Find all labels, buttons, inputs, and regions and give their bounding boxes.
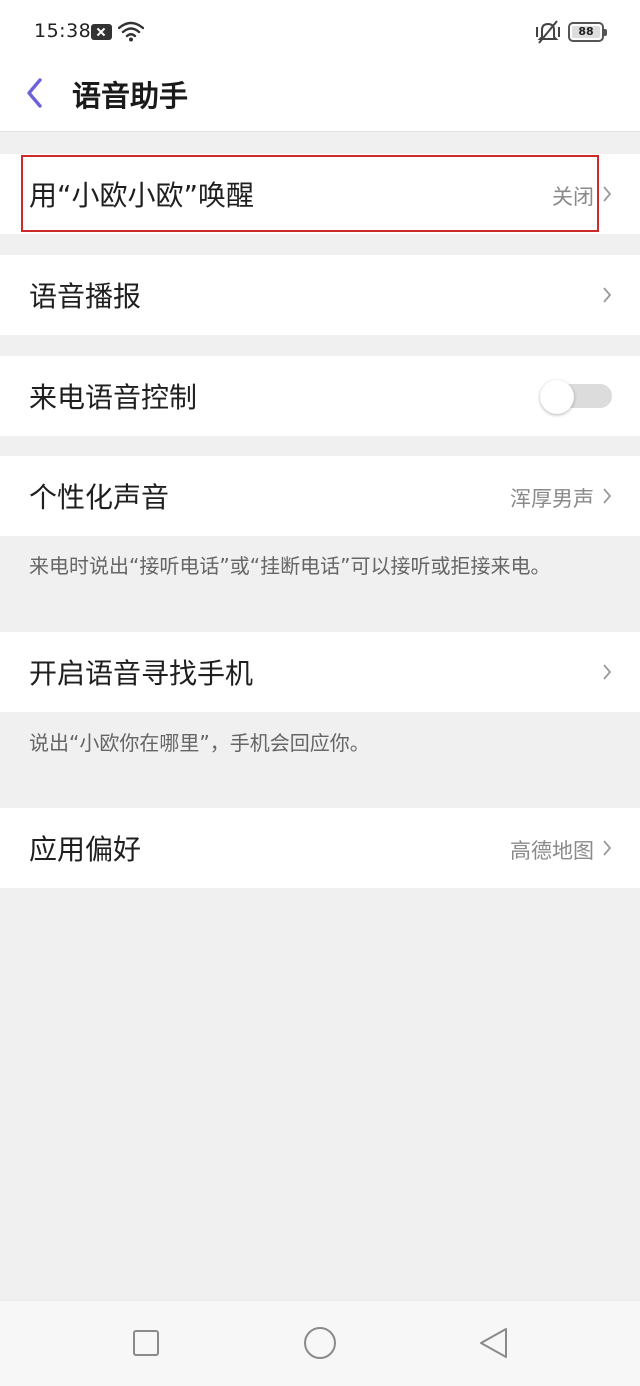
status-bar: 15:38 88: [0, 0, 640, 64]
voice-broadcast-label: 语音播报: [29, 280, 142, 313]
battery-level: 88: [572, 26, 600, 38]
wake-word-label: 用“小欧小欧”唤醒: [29, 179, 255, 212]
wake-word-row[interactable]: 用“小欧小欧”唤醒 关闭: [0, 154, 640, 234]
wifi-icon: [118, 21, 144, 42]
chevron-right-icon: [603, 186, 612, 202]
app-preference-row[interactable]: 应用偏好 高德地图: [0, 808, 640, 888]
call-voice-control-label: 来电语音控制: [29, 381, 198, 414]
chevron-right-icon: [603, 664, 612, 680]
personalized-voice-value: 浑厚男声: [510, 487, 594, 511]
header: 语音助手: [0, 64, 640, 132]
recent-apps-icon[interactable]: [128, 1325, 164, 1361]
vibrate-icon: [536, 20, 560, 44]
find-phone-label: 开启语音寻找手机: [29, 657, 254, 690]
voice-broadcast-row[interactable]: 语音播报: [0, 255, 640, 335]
notification-icon: [91, 24, 112, 40]
find-phone-hint: 说出“小欧你在哪里”，手机会回应你。: [29, 731, 370, 755]
app-preference-value: 高德地图: [510, 839, 594, 863]
page-title: 语音助手: [72, 79, 189, 113]
status-time: 15:38: [34, 20, 92, 42]
app-preference-label: 应用偏好: [29, 833, 142, 866]
chevron-left-icon[interactable]: [20, 72, 56, 112]
wake-word-value: 关闭: [552, 185, 594, 209]
chevron-right-icon: [603, 287, 612, 303]
chevron-right-icon: [603, 488, 612, 504]
call-control-hint: 来电时说出“接听电话”或“挂断电话”可以接听或拒接来电。: [29, 554, 551, 578]
call-voice-control-toggle[interactable]: [540, 380, 612, 414]
find-phone-row[interactable]: 开启语音寻找手机: [0, 632, 640, 712]
call-voice-control-row: 来电语音控制: [0, 356, 640, 436]
back-triangle-icon[interactable]: [476, 1325, 512, 1361]
navigation-bar: [0, 1300, 640, 1386]
chevron-right-icon: [603, 840, 612, 856]
battery-icon: 88: [568, 22, 607, 42]
toggle-knob: [540, 380, 574, 414]
home-icon[interactable]: [302, 1325, 338, 1361]
personalized-voice-row[interactable]: 个性化声音 浑厚男声: [0, 456, 640, 536]
personalized-voice-label: 个性化声音: [29, 481, 170, 514]
